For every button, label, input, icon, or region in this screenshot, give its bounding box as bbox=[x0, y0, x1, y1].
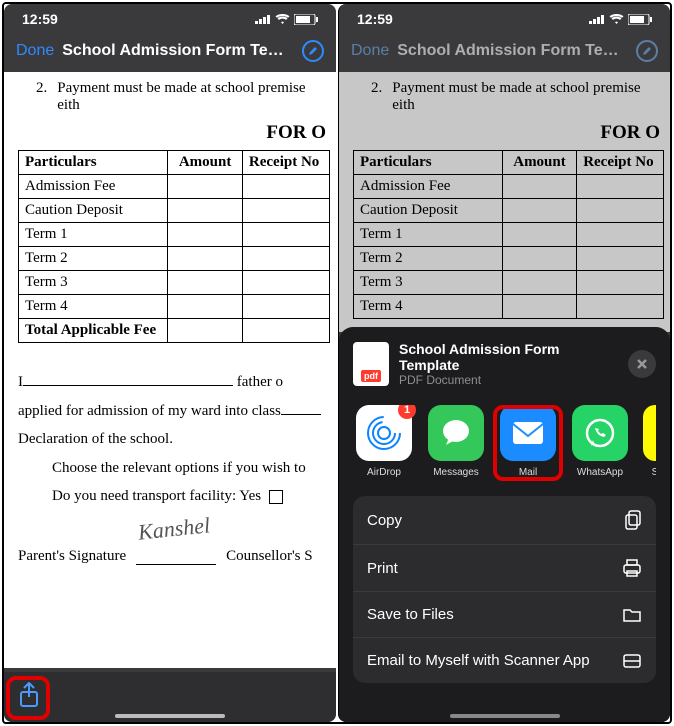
table-row: Admission Fee bbox=[19, 175, 330, 199]
parent-signature-label: Parent's Signature bbox=[18, 548, 126, 565]
app-whatsapp[interactable]: WhatsApp bbox=[571, 405, 629, 478]
doc-line-2: applied for admission of my ward into cl… bbox=[18, 403, 281, 419]
counsellor-signature-label: Counsellor's S bbox=[226, 548, 312, 565]
done-button[interactable]: Done bbox=[16, 42, 54, 60]
markup-button[interactable] bbox=[636, 40, 658, 62]
home-indicator[interactable] bbox=[115, 714, 225, 718]
share-file-subtitle: PDF Document bbox=[399, 373, 618, 387]
col-particulars: Particulars bbox=[19, 151, 168, 175]
doc-line-3: Declaration of the school. bbox=[18, 428, 330, 451]
wifi-icon bbox=[275, 14, 290, 25]
airdrop-icon bbox=[364, 413, 404, 453]
document-viewport[interactable]: 2. Payment must be made at school premis… bbox=[4, 72, 336, 668]
action-copy[interactable]: Copy bbox=[353, 496, 656, 545]
section-heading: FOR O bbox=[18, 122, 330, 144]
nav-header: Done School Admission Form Temp... bbox=[339, 30, 670, 72]
bullet-number: 2. bbox=[36, 80, 47, 114]
table-row: Term 1 bbox=[19, 223, 330, 247]
action-save-files[interactable]: Save to Files bbox=[353, 592, 656, 638]
phone-left: 12:59 Done School Admission Form Temp...… bbox=[4, 4, 336, 722]
wifi-icon bbox=[609, 14, 624, 25]
scanner-icon bbox=[622, 653, 642, 669]
table-row: Caution Deposit bbox=[19, 199, 330, 223]
status-icons bbox=[255, 14, 318, 25]
status-bar: 12:59 bbox=[339, 4, 670, 30]
share-file-title: School Admission Form Template bbox=[399, 341, 618, 373]
markup-button[interactable] bbox=[302, 40, 324, 62]
doc-line-4: Choose the relevant options if you wish … bbox=[18, 457, 330, 480]
app-more[interactable]: S bbox=[643, 405, 656, 478]
home-indicator[interactable] bbox=[450, 714, 560, 718]
table-row: Term 2 bbox=[19, 247, 330, 271]
table-row: Total Applicable Fee bbox=[19, 319, 330, 343]
bottom-toolbar bbox=[4, 672, 336, 722]
copy-icon bbox=[624, 510, 642, 530]
status-time: 12:59 bbox=[22, 11, 58, 27]
highlight-mail bbox=[493, 405, 563, 481]
close-icon bbox=[636, 358, 648, 370]
page-title: School Admission Form Temp... bbox=[62, 42, 294, 60]
bullet-text: Payment must be made at school premise e… bbox=[57, 80, 330, 114]
share-actions: Copy Print Save to Files Email to Myself… bbox=[353, 496, 656, 683]
app-messages[interactable]: Messages bbox=[427, 405, 485, 478]
table-row: Term 3 bbox=[19, 271, 330, 295]
close-button[interactable] bbox=[628, 350, 656, 378]
done-button[interactable]: Done bbox=[351, 42, 389, 60]
document-viewport-dimmed: 2. Payment must be made at school premis… bbox=[339, 72, 670, 332]
battery-icon bbox=[294, 14, 318, 25]
pen-icon bbox=[641, 45, 653, 57]
page-title: School Admission Form Temp... bbox=[397, 42, 628, 60]
whatsapp-icon bbox=[582, 415, 618, 451]
messages-icon bbox=[438, 415, 474, 451]
action-print[interactable]: Print bbox=[353, 545, 656, 592]
folder-icon bbox=[622, 607, 642, 623]
col-amount: Amount bbox=[168, 151, 243, 175]
status-bar: 12:59 bbox=[4, 4, 336, 30]
signal-icon bbox=[255, 14, 271, 24]
status-time: 12:59 bbox=[357, 11, 393, 27]
print-icon bbox=[622, 559, 642, 577]
declaration-suffix: father o bbox=[233, 374, 283, 390]
status-icons bbox=[589, 14, 652, 25]
share-sheet: pdf School Admission Form Template PDF D… bbox=[339, 327, 670, 722]
pen-icon bbox=[307, 45, 319, 57]
col-receipt: Receipt No bbox=[242, 151, 329, 175]
fee-table: Particulars Amount Receipt No Admission … bbox=[18, 150, 330, 343]
yes-checkbox[interactable] bbox=[269, 490, 283, 504]
table-row: Term 4 bbox=[19, 295, 330, 319]
nav-header: Done School Admission Form Temp... bbox=[4, 30, 336, 72]
signal-icon bbox=[589, 14, 605, 24]
phone-right: 12:59 Done School Admission Form Temp...… bbox=[338, 4, 670, 722]
app-airdrop[interactable]: 1 AirDrop bbox=[355, 405, 413, 478]
share-header: pdf School Admission Form Template PDF D… bbox=[353, 341, 656, 387]
action-email-self[interactable]: Email to Myself with Scanner App bbox=[353, 638, 656, 683]
pdf-file-icon: pdf bbox=[353, 342, 389, 386]
fee-table: ParticularsAmountReceipt No Admission Fe… bbox=[353, 150, 664, 319]
highlight-share bbox=[6, 676, 50, 720]
battery-icon bbox=[628, 14, 652, 25]
doc-line-5: Do you need transport facility: Yes bbox=[52, 488, 261, 504]
airdrop-badge: 1 bbox=[398, 405, 416, 419]
signature-graphic: Kanshel bbox=[137, 512, 211, 545]
